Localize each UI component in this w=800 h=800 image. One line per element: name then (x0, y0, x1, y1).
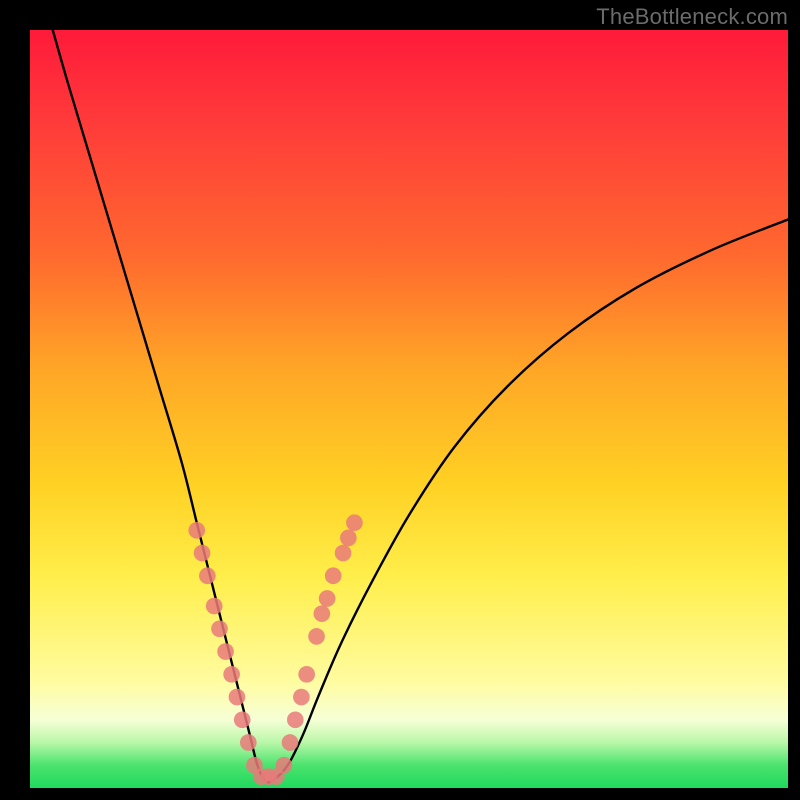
sample-point (293, 689, 310, 706)
sample-point (282, 734, 299, 751)
sample-point (340, 530, 357, 547)
sample-point (298, 666, 315, 683)
plot-area (30, 30, 788, 788)
sample-point (319, 590, 336, 607)
sample-point (223, 666, 240, 683)
sample-point (276, 757, 293, 774)
sample-point (199, 567, 216, 584)
sample-point (194, 545, 211, 562)
sample-point (229, 689, 246, 706)
sample-point (308, 628, 325, 645)
chart-svg (30, 30, 788, 788)
sample-point (206, 598, 223, 615)
sample-point (335, 545, 352, 562)
sample-point (240, 734, 257, 751)
sample-point (325, 567, 342, 584)
sample-point (346, 514, 363, 531)
sample-points (188, 514, 362, 785)
sample-point (217, 643, 234, 660)
sample-point (313, 605, 330, 622)
watermark-text: TheBottleneck.com (596, 4, 788, 30)
chart-frame: TheBottleneck.com (0, 0, 800, 800)
bottleneck-curve (53, 30, 788, 782)
sample-point (234, 711, 251, 728)
sample-point (287, 711, 304, 728)
sample-point (188, 522, 205, 539)
sample-point (211, 620, 228, 637)
